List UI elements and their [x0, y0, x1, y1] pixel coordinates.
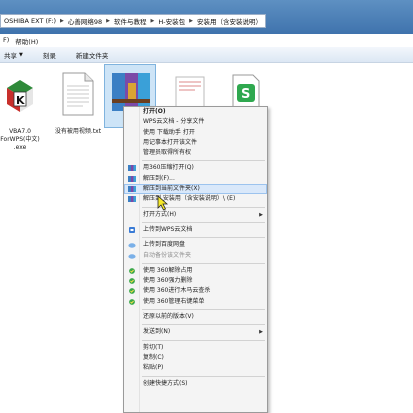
menu-item-label: 自动备份该文件夹: [143, 251, 192, 259]
context-menu-item[interactable]: 解压到当前文件夹(X): [124, 184, 267, 195]
menu-separator: [142, 324, 265, 326]
context-menu-item[interactable]: 用360压缩打开(Q): [124, 163, 267, 173]
svg-text:K: K: [16, 94, 25, 107]
menu-item-label: 粘贴(P): [143, 364, 164, 372]
context-menu-item[interactable]: 复制(C): [124, 353, 267, 363]
menu-item-label: 打开方式(H): [143, 210, 177, 218]
menu-separator: [142, 339, 265, 341]
menu-separator: [142, 262, 265, 264]
menu-separator: [142, 160, 265, 162]
menu-item-label: 创建快捷方式(S): [143, 379, 188, 387]
menu-item-label: 用记事本打开该文件: [143, 138, 198, 146]
menu-separator: [142, 375, 265, 377]
menubar-item[interactable]: F): [3, 36, 9, 46]
file-name: VBA7.0 ForWPS(中文) .exe: [0, 128, 50, 152]
menubar-item[interactable]: 帮助(H): [15, 36, 38, 46]
breadcrumb-item[interactable]: 安装用（含安装说明）: [194, 16, 265, 26]
menu-item-label: 上传到百度网盘: [143, 241, 186, 249]
menu-item-label: 使用 360强力删除: [143, 277, 193, 285]
mouse-cursor-icon: [157, 195, 169, 211]
menu-separator: [142, 237, 265, 239]
breadcrumb[interactable]: OSHIBA EXT (F:) ▶ 心善网络98 ▶ 软件与教程 ▶ H-安装包 ▶ 安装用（含…: [0, 14, 266, 28]
menu-item-label: 解压到当前文件夹(X): [143, 185, 200, 193]
context-menu-item[interactable]: 使用 360进行木马云查杀: [124, 286, 267, 296]
file-name-line: VBA7.0: [9, 128, 31, 135]
context-menu-item[interactable]: 上传到WPS云文档: [124, 225, 267, 235]
breadcrumb-item[interactable]: 心善网络98: [65, 16, 105, 26]
menu-item-label: WPS云文档 - 分享文件: [143, 118, 205, 126]
context-menu-item[interactable]: 打开方式(H) ▶: [124, 210, 267, 220]
share-button[interactable]: 共享 ▼: [4, 50, 23, 60]
menu-item-label: 打开(O): [143, 108, 166, 115]
new-folder-label: 新建文件夹: [75, 51, 109, 60]
toolbar: 共享 ▼ 刻录 新建文件夹: [0, 47, 413, 63]
context-menu-item[interactable]: 上传到百度网盘: [124, 240, 267, 250]
menu-item-label: 使用 360管理右键菜单: [143, 297, 205, 305]
context-menu-item[interactable]: 使用 360管理右键菜单: [124, 297, 267, 307]
menu-item-label: 还原以前的版本(V): [143, 313, 194, 321]
file-item[interactable]: 没有被用视频.txt: [48, 64, 108, 136]
new-folder-button[interactable]: 新建文件夹: [76, 50, 109, 60]
context-menu-item[interactable]: 粘贴(P): [124, 363, 267, 373]
breadcrumb-item[interactable]: OSHIBA EXT (F:): [1, 17, 59, 25]
menu-item-label: 上传到WPS云文档: [143, 225, 193, 233]
menu-item-label: 管理员取得所有权: [143, 149, 192, 157]
context-menu-item[interactable]: 使用 下载助手 打开: [124, 128, 267, 138]
file-name-line: 没有被用视频.txt: [54, 128, 102, 135]
context-menu-item: 自动备份该文件夹: [124, 251, 267, 261]
menu-separator: [142, 221, 265, 223]
context-menu-item[interactable]: 打开(O): [124, 107, 267, 117]
context-menu-item[interactable]: 使用 360强力删除: [124, 276, 267, 286]
file-name-line: .exe: [13, 144, 27, 151]
breadcrumb-item[interactable]: H-安装包: [155, 16, 188, 26]
menu-item-label: 解压到(F)...: [143, 174, 175, 182]
menu-item-label: 使用 下载助手 打开: [143, 128, 195, 136]
file-name-line: ForWPS(中文): [0, 136, 40, 143]
context-menu-item[interactable]: 管理员取得所有权: [124, 148, 267, 158]
menu-item-label: 发送到(N): [143, 328, 171, 336]
context-menu-item[interactable]: 用记事本打开该文件: [124, 138, 267, 148]
submenu-arrow-icon: ▶: [259, 211, 263, 218]
context-menu-item[interactable]: 发送到(N) ▶: [124, 327, 267, 337]
context-menu-item[interactable]: 解压到 安装用（含安装说明）\ (E): [124, 194, 267, 204]
context-menu-item[interactable]: 创建快捷方式(S): [124, 379, 267, 389]
share-label: 共享: [4, 51, 17, 60]
menu-item-label: 使用 360进行木马云查杀: [143, 287, 211, 295]
text-file-icon: [52, 64, 104, 128]
chevron-down-icon: ▼: [19, 51, 23, 58]
burn-button[interactable]: 刻录: [43, 50, 56, 60]
context-menu-item[interactable]: WPS云文档 - 分享文件: [124, 117, 267, 127]
menu-item-label: 复制(C): [143, 353, 164, 361]
svg-text:S: S: [241, 87, 250, 102]
menu-item-label: 用360压缩打开(Q): [143, 164, 194, 172]
context-menu: 打开(O) WPS云文档 - 分享文件 使用 下载助手 打开 用记事本打开该文件 管理员…: [123, 106, 268, 413]
context-menu-item[interactable]: 还原以前的版本(V): [124, 312, 267, 322]
context-menu-item[interactable]: 剪切(T): [124, 343, 267, 353]
menu-bar: F) 帮助(H): [0, 36, 38, 46]
menu-item-label: 剪切(T): [143, 343, 164, 351]
breadcrumb-item[interactable]: 软件与教程: [111, 16, 150, 26]
menu-item-label: 使用 360解除占用: [143, 266, 193, 274]
file-name: 没有被用视频.txt: [48, 128, 108, 136]
burn-label: 刻录: [42, 51, 56, 60]
file-item[interactable]: K VBA7.0 ForWPS(中文) .exe: [0, 64, 50, 152]
menu-separator: [142, 309, 265, 311]
context-menu-item[interactable]: 解压到(F)...: [124, 174, 267, 184]
installer-k-icon: K: [0, 64, 46, 128]
context-menu-item[interactable]: 使用 360解除占用: [124, 266, 267, 276]
submenu-arrow-icon: ▶: [259, 329, 263, 336]
